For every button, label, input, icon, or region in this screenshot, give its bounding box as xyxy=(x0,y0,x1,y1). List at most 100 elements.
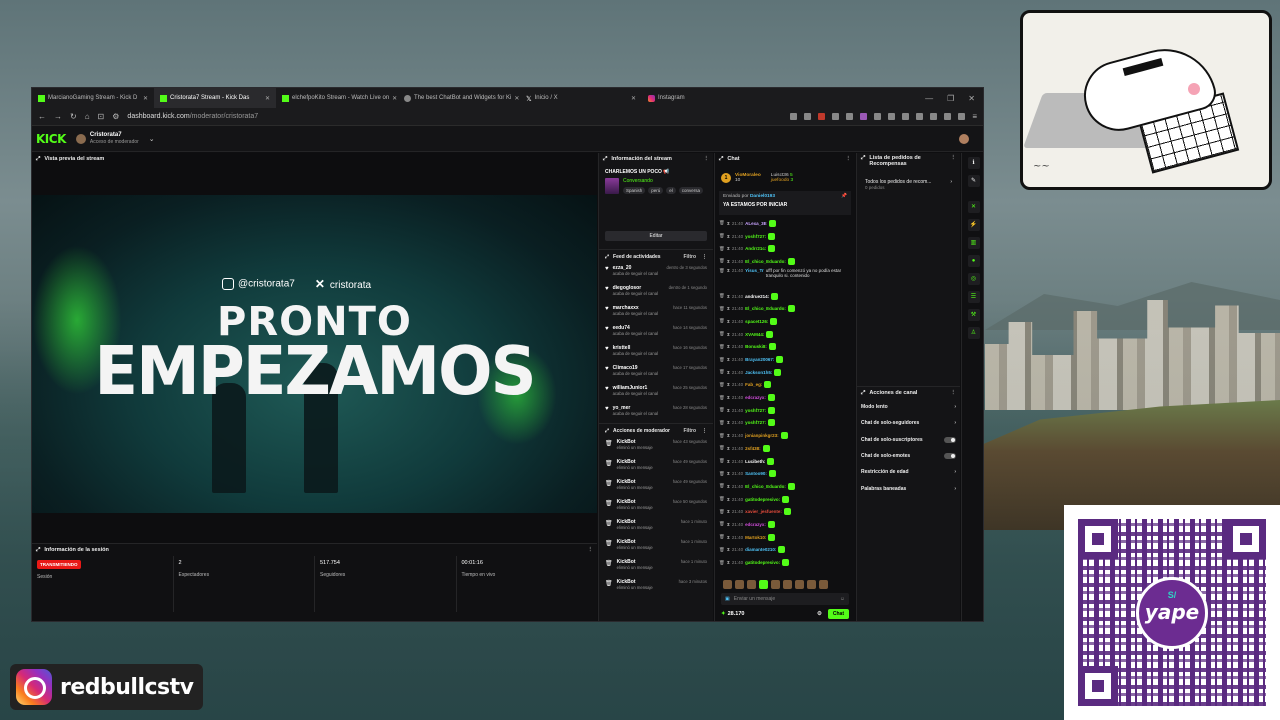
mod-trash-icon[interactable]: 🗑 xyxy=(719,521,725,527)
chat-message[interactable]: 🗑 ⧗ 21:40 gatitodepresivo: xyxy=(719,556,851,569)
chat-message[interactable]: 🗑 ⧗ 21:40 Santoo90: xyxy=(719,467,851,480)
mod-trash-icon[interactable]: 🗑 xyxy=(719,258,725,264)
close-icon[interactable]: ✕ xyxy=(514,95,519,102)
tab-cristorata7[interactable]: Cristorata7 Stream - Kick Das ✕ xyxy=(154,88,276,108)
timeout-icon[interactable]: ⧗ xyxy=(727,560,730,565)
wrench-icon[interactable]: ⚒ xyxy=(967,309,980,321)
timeout-icon[interactable]: ⧗ xyxy=(727,535,730,540)
video-player[interactable]: @cristorata7 ✕ cristorata PRONTO EMPEZAMO… xyxy=(32,195,597,513)
chat-username[interactable]: Santoo90: xyxy=(745,471,767,476)
filter-button[interactable]: Filtro xyxy=(684,428,697,434)
more-icon[interactable]: ⋮ xyxy=(951,390,957,396)
timeout-icon[interactable]: ⧗ xyxy=(727,420,730,425)
edit-button[interactable]: Editar xyxy=(605,231,707,241)
chat-username[interactable]: El_chico_Eduardo: xyxy=(745,484,786,489)
extension-icon[interactable] xyxy=(860,113,868,120)
expand-icon[interactable]: ⤢ xyxy=(605,428,609,434)
timeout-icon[interactable]: ⧗ xyxy=(727,246,730,251)
timeout-icon[interactable]: ⧗ xyxy=(727,395,730,400)
close-icon[interactable]: ✕ xyxy=(631,95,636,102)
chat-bubble-icon[interactable]: ● xyxy=(967,255,980,267)
chat-username[interactable]: gatitodepresivo: xyxy=(745,497,780,502)
timeout-icon[interactable]: ⧗ xyxy=(727,382,730,387)
chat-message[interactable]: 🗑 ⧗ 21:40 andrue214: xyxy=(719,290,851,303)
emote[interactable] xyxy=(795,580,804,589)
chat-username[interactable]: edcrazyx: xyxy=(745,522,766,527)
filter-button[interactable]: Filtro xyxy=(684,254,697,260)
chat-message[interactable]: 🗑 ⧗ 21:40 Andrr21c: xyxy=(719,242,851,255)
list-item[interactable]: 🗑 KickBot eliminó un mensaje hace 1 minuto xyxy=(599,557,713,577)
timeout-icon[interactable]: ⧗ xyxy=(727,294,730,299)
chat-input[interactable]: ▣ Enviar un mensaje ☺ xyxy=(721,593,849,605)
user-avatar[interactable] xyxy=(959,133,969,144)
tab-marcianogaming[interactable]: MarcianoGaming Stream - Kick D ✕ xyxy=(32,88,154,108)
kick-logo[interactable]: KICK xyxy=(36,132,66,146)
back-icon[interactable]: ← xyxy=(38,112,46,121)
expand-icon[interactable]: ⤢ xyxy=(861,390,865,397)
more-icon[interactable]: ⋮ xyxy=(702,428,707,434)
tab-x[interactable]: 𝕏 Inicio / X ✕ xyxy=(520,88,642,108)
fullscreen-icon[interactable]: ⤢ xyxy=(36,156,40,163)
chat-username[interactable]: yoshf727: xyxy=(745,234,766,239)
extension-icon[interactable] xyxy=(818,113,826,120)
home-icon[interactable]: ⌂ xyxy=(85,112,90,121)
mod-trash-icon[interactable]: 🗑 xyxy=(719,331,725,337)
pin-icon[interactable]: 📌 xyxy=(841,194,847,199)
chat-message[interactable]: 🗑 ⧗ 21:40 Lucibeth: xyxy=(719,455,851,468)
stack-icon[interactable]: ☰ xyxy=(967,291,980,303)
settings-icon[interactable]: ⚙ xyxy=(817,611,822,617)
channel-action-item[interactable]: Palabras baneadas › xyxy=(857,480,960,496)
chat-message[interactable]: 🗑 ⧗ 21:40 yoshf727: xyxy=(719,417,851,430)
extension-icon[interactable] xyxy=(958,113,966,120)
list-item[interactable]: 🗑 KickBot eliminó un mensaje hace 50 segund… xyxy=(599,497,713,517)
chat-username[interactable]: ALexa_3E xyxy=(745,221,767,226)
timeout-icon[interactable]: ⧗ xyxy=(727,221,730,226)
mod-trash-icon[interactable]: 🗑 xyxy=(719,382,725,388)
chat-message[interactable]: 🗑 ⧗ 21:40 Martok10: xyxy=(719,531,851,544)
chat-message[interactable]: 🗑 ⧗ 21:40 diamante0210: xyxy=(719,544,851,557)
chat-message[interactable]: 🗑 ⧗ 21:40 yoshf727: xyxy=(719,230,851,243)
mod-trash-icon[interactable]: 🗑 xyxy=(719,534,725,540)
minimize-icon[interactable]: — xyxy=(925,94,933,103)
chat-username[interactable]: edcrazyx: xyxy=(745,395,766,400)
mod-trash-icon[interactable]: 🗑 xyxy=(719,483,725,489)
chat-username[interactable]: andrue214: xyxy=(745,294,769,299)
channel-selector[interactable]: Cristorata7 Acceso de moderador ⌄ xyxy=(75,132,155,145)
maximize-icon[interactable]: ❐ xyxy=(947,94,954,103)
chat-message[interactable]: 🗑 ⧗ 21:40 Brayan20067: xyxy=(719,353,851,366)
mod-trash-icon[interactable]: 🗑 xyxy=(719,318,725,324)
toggle-switch[interactable] xyxy=(944,436,956,443)
extension-icon[interactable] xyxy=(930,113,938,120)
chat-username[interactable]: jonianpinkgr23: xyxy=(745,433,779,438)
toggle-switch[interactable] xyxy=(944,453,956,460)
site-settings-icon[interactable]: ⚙ xyxy=(112,112,119,121)
mod-trash-icon[interactable]: 🗑 xyxy=(719,220,725,226)
reload-icon[interactable]: ↻ xyxy=(70,112,77,121)
chat-username[interactable]: yoshf727: xyxy=(745,420,766,425)
chat-message[interactable]: 🗑 ⧗ 21:40 2sf438: xyxy=(719,442,851,455)
chat-message[interactable]: 🗑 ⧗ 21:40 XVAM44: xyxy=(719,328,851,341)
timeout-icon[interactable]: ⧗ xyxy=(727,259,730,264)
mod-trash-icon[interactable]: 🗑 xyxy=(719,433,725,439)
mod-trash-icon[interactable]: 🗑 xyxy=(719,246,725,252)
chat-message[interactable]: 🗑 ⧗ 21:40 Fab_eg: xyxy=(719,379,851,392)
mod-trash-icon[interactable]: 🗑 xyxy=(719,560,725,566)
list-item[interactable]: ♥ marchaxxx acaba de seguir el canal hace 1… xyxy=(599,303,713,323)
timeout-icon[interactable]: ⧗ xyxy=(727,332,730,337)
chat-message[interactable]: 🗑 ⧗ 21:40 yoshf727: xyxy=(719,404,851,417)
close-icon[interactable]: ✕ xyxy=(392,95,397,102)
chat-message[interactable]: 🗑 ⧗ 21:40 edcrazyx: xyxy=(719,518,851,531)
list-item[interactable]: 🗑 KickBot eliminó un mensaje hace 49 segund… xyxy=(599,477,713,497)
extension-icon[interactable] xyxy=(944,113,952,120)
mod-trash-icon[interactable]: 🗑 xyxy=(719,293,725,299)
timeout-icon[interactable]: ⧗ xyxy=(727,370,730,375)
emote[interactable] xyxy=(783,580,792,589)
info-icon[interactable]: ℹ xyxy=(967,157,980,169)
chat-username[interactable]: Fab_eg: xyxy=(745,382,762,387)
mod-trash-icon[interactable]: 🗑 xyxy=(719,344,725,350)
chat-username[interactable]: Jackson1h5: xyxy=(745,370,772,375)
mod-trash-icon[interactable]: 🗑 xyxy=(719,369,725,375)
chat-username[interactable]: Andrr21c: xyxy=(745,246,766,251)
mod-trash-icon[interactable]: 🗑 xyxy=(719,357,725,363)
chat-message[interactable]: 🗑 ⧗ 21:40 ALexa_3E xyxy=(719,217,851,230)
